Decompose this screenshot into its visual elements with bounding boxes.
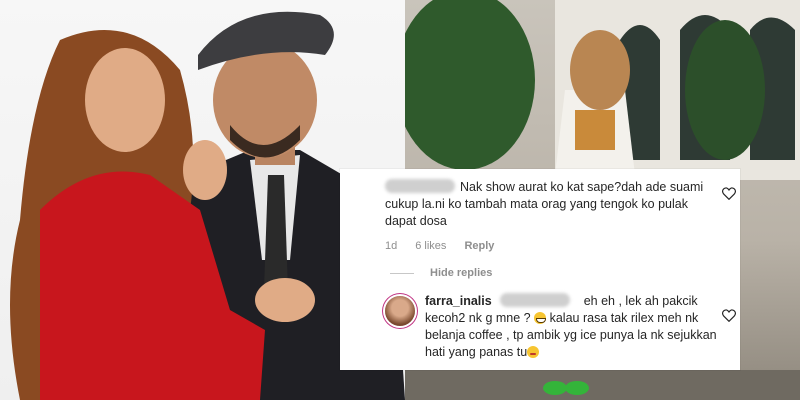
comment-text: Nak show aurat ko kat sape?dah ade suami… xyxy=(385,180,704,228)
comment-time: 1d xyxy=(385,240,398,252)
divider-line xyxy=(390,272,414,274)
heart-icon[interactable] xyxy=(722,309,736,322)
reply-text: farra_inalis eh eh , lek ah pakcik kecoh2… xyxy=(425,293,720,361)
grinning-emoji-icon xyxy=(534,312,547,324)
reply-line-3: kalau rasa tak rilex meh nk xyxy=(549,311,699,325)
heart-icon[interactable] xyxy=(722,187,736,200)
reply-line-4: belanja coffee , tp ambik yg ice punya l… xyxy=(425,328,717,342)
comment-likes[interactable]: 6 likes xyxy=(415,240,446,252)
instagram-comment-card: Nak show aurat ko kat sape?dah ade suami… xyxy=(340,169,740,370)
reply-line-1: eh eh , lek ah pakcik xyxy=(583,294,698,308)
comment-meta: 1d 6 likes Reply xyxy=(385,240,494,252)
reply-line-2: kecoh2 nk g mne ? xyxy=(425,311,531,325)
hide-replies-label: Hide replies xyxy=(430,267,493,279)
reply-line-5: hati yang panas tu xyxy=(425,345,528,359)
wink-tongue-emoji-icon xyxy=(527,346,540,358)
reply-username[interactable]: farra_inalis xyxy=(425,294,492,308)
avatar[interactable] xyxy=(385,296,415,326)
hide-replies-button[interactable]: Hide replies xyxy=(390,267,492,279)
reply-button[interactable]: Reply xyxy=(464,240,494,252)
